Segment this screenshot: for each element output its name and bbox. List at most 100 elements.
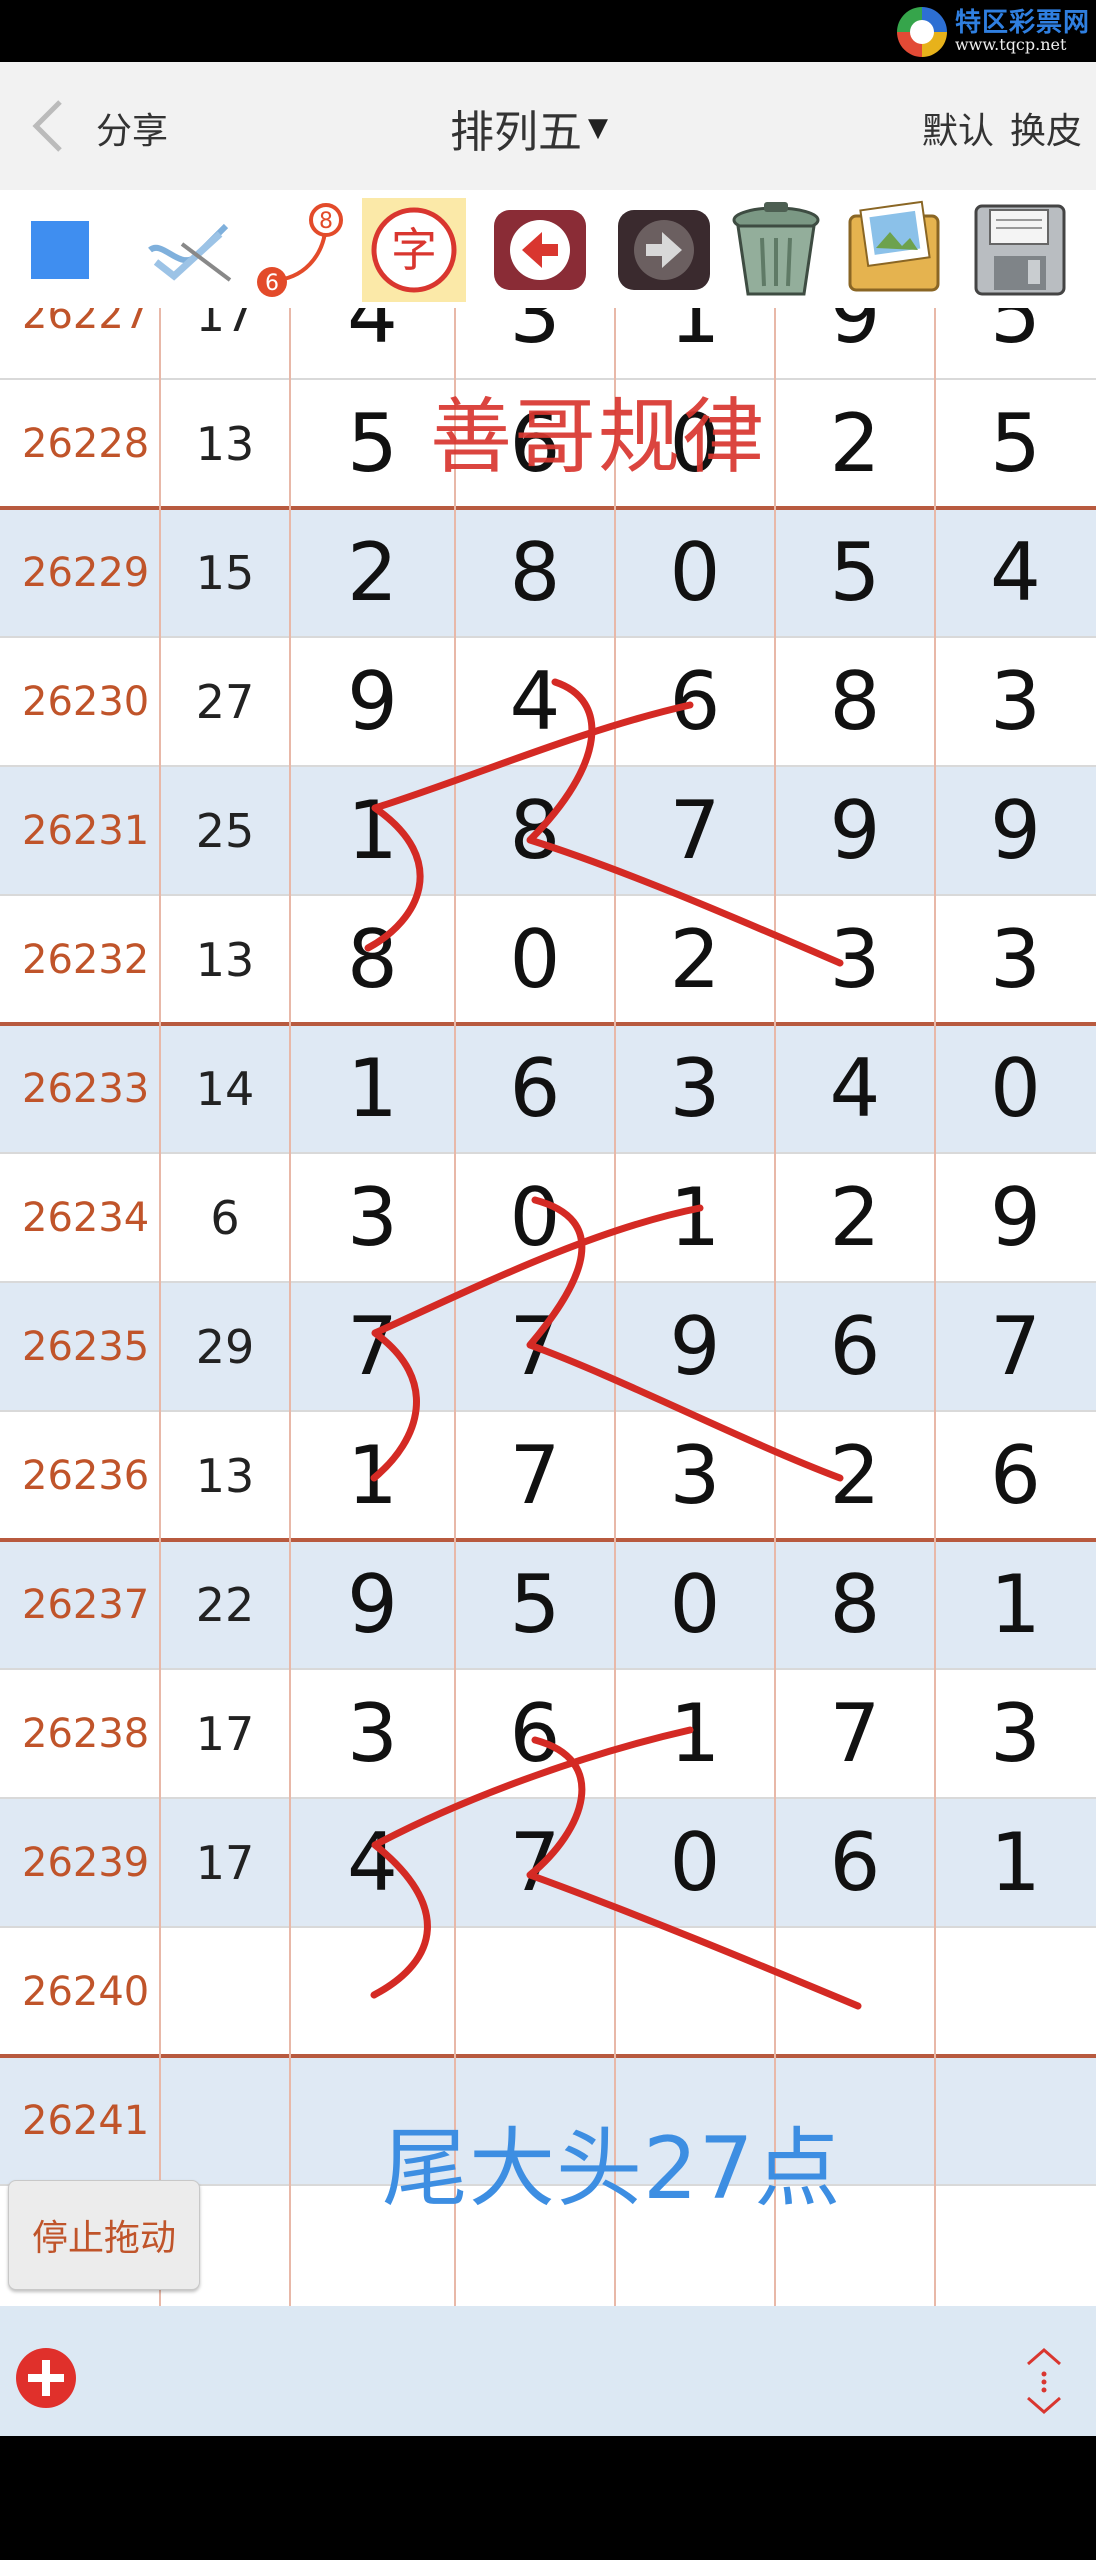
group-divider (0, 1538, 1096, 1542)
line-tool-start-label: 6 (265, 271, 279, 296)
digit-cell: 1 (990, 1816, 1041, 1909)
table-row: 26230 27 9 4 6 8 3 (0, 637, 1096, 766)
share-button[interactable]: 分享 (96, 102, 168, 154)
digit-cell: 5 (829, 526, 881, 619)
digit-cell: 2 (829, 1429, 881, 1522)
table-row: 26233 14 1 6 3 4 0 (0, 1024, 1096, 1153)
digit-cell: 2 (829, 1171, 881, 1264)
issue-number: 26230 (22, 678, 150, 725)
row-divider (0, 765, 1096, 767)
digit-cell: 3 (509, 308, 561, 361)
table-row: 26236 13 1 7 3 2 6 (0, 1411, 1096, 1540)
image-button[interactable] (842, 198, 946, 302)
digit-cell (775, 1927, 935, 2056)
picture-icon (848, 200, 940, 292)
digit-cell: 8 (509, 784, 561, 877)
watermark: 特区彩票网 www.tqcp.net (896, 6, 1090, 58)
column-divider (934, 308, 936, 2306)
table-row: 26227 17 4 3 1 9 5 (0, 308, 1096, 379)
text-tool-button[interactable]: 字 (362, 198, 466, 302)
trash-icon (732, 202, 820, 296)
table-row: 26231 25 1 8 7 9 9 (0, 766, 1096, 895)
digit-cell: 7 (347, 1300, 398, 1393)
digit-cell: 5 (509, 1558, 561, 1651)
digit-cell: 3 (669, 1042, 721, 1135)
save-icon (974, 204, 1066, 296)
line-6-8-icon: 6 8 (257, 203, 343, 297)
row-divider (0, 1410, 1096, 1412)
sum-value: 13 (195, 932, 255, 987)
digit-cell: 1 (347, 1429, 398, 1522)
digit-cell: 3 (347, 1687, 398, 1780)
line-tool-button[interactable]: 6 8 (250, 198, 354, 302)
digit-cell: 1 (669, 1687, 721, 1780)
column-divider (454, 308, 456, 2306)
issue-number: 26235 (22, 1323, 150, 1370)
undo-button[interactable] (488, 198, 592, 302)
table-row: 26240 (0, 1927, 1096, 2056)
digit-cell: 9 (990, 1171, 1041, 1264)
digit-cell: 7 (509, 1429, 561, 1522)
group-divider (0, 506, 1096, 510)
issue-number: 26229 (22, 549, 150, 596)
color-picker-button[interactable] (8, 198, 112, 302)
group-divider (0, 1022, 1096, 1026)
digit-cell: 4 (829, 1042, 881, 1135)
digit-cell (935, 2056, 1096, 2185)
sum-value: 22 (195, 1577, 255, 1632)
page-title-dropdown[interactable]: 排列五 ▼ (450, 96, 608, 160)
digit-cell: 3 (990, 1687, 1041, 1780)
save-button[interactable] (968, 198, 1072, 302)
back-chevron-icon[interactable] (30, 98, 66, 154)
column-divider (614, 308, 616, 2306)
digit-cell: 6 (509, 1042, 561, 1135)
issue-number: 26238 (22, 1710, 150, 1757)
row-divider (0, 1668, 1096, 1670)
digit-cell: 3 (990, 913, 1041, 1006)
clear-button[interactable] (724, 198, 828, 302)
watermark-site-name: 特区彩票网 (954, 7, 1090, 38)
digit-cell: 1 (347, 784, 398, 877)
digit-cell: 1 (990, 1558, 1041, 1651)
table-row: 26238 17 3 6 1 7 3 (0, 1669, 1096, 1798)
table-row: 26235 29 7 7 9 6 7 (0, 1282, 1096, 1411)
sum-value: 17 (195, 1706, 255, 1761)
digit-cell: 6 (669, 655, 721, 748)
digit-cell: 7 (990, 1300, 1041, 1393)
sum-value: 27 (195, 674, 255, 729)
digit-cell (455, 1927, 615, 2056)
issue-number: 26241 (22, 2097, 150, 2144)
table-row: 26237 22 9 5 0 8 1 (0, 1540, 1096, 1669)
sum-value (160, 2056, 290, 2185)
sum-value: 14 (195, 1061, 255, 1116)
caret-down-icon: ▼ (588, 113, 608, 143)
redo-button[interactable] (612, 198, 716, 302)
status-bar: 特区彩票网 www.tqcp.net (0, 0, 1096, 62)
digit-cell: 6 (990, 1429, 1041, 1522)
default-button[interactable]: 默认 (922, 102, 994, 154)
expand-vertical-icon[interactable] (1022, 2346, 1066, 2416)
issue-number: 26231 (22, 807, 150, 854)
sum-value: 15 (195, 545, 255, 600)
digit-cell: 0 (509, 1171, 561, 1264)
group-divider (0, 2054, 1096, 2058)
change-skin-button[interactable]: 换皮 (1010, 102, 1082, 154)
digit-cell: 6 (829, 1300, 881, 1393)
digit-cell: 9 (829, 308, 881, 361)
row-divider (0, 1926, 1096, 1928)
digit-cell: 2 (829, 397, 881, 490)
issue-number: 26240 (22, 1968, 150, 2015)
issue-number: 26234 (22, 1194, 150, 1241)
digit-cell: 3 (829, 913, 881, 1006)
pen-tool-button[interactable] (138, 198, 242, 302)
column-divider (774, 308, 776, 2306)
digit-cell: 7 (509, 1300, 561, 1393)
digit-cell: 4 (990, 526, 1041, 619)
stop-drag-button[interactable]: 停止拖动 (8, 2180, 200, 2290)
sum-value: 17 (195, 1835, 255, 1890)
digit-cell: 3 (990, 655, 1041, 748)
digit-cell: 5 (990, 308, 1041, 361)
add-icon[interactable] (16, 2348, 76, 2408)
digit-cell (935, 2185, 1096, 2306)
draw-grid[interactable]: 26227 17 4 3 1 9 5 26228 13 5 6 0 2 5 26229 15 2 8 0 5 4 2623… (0, 308, 1096, 2306)
